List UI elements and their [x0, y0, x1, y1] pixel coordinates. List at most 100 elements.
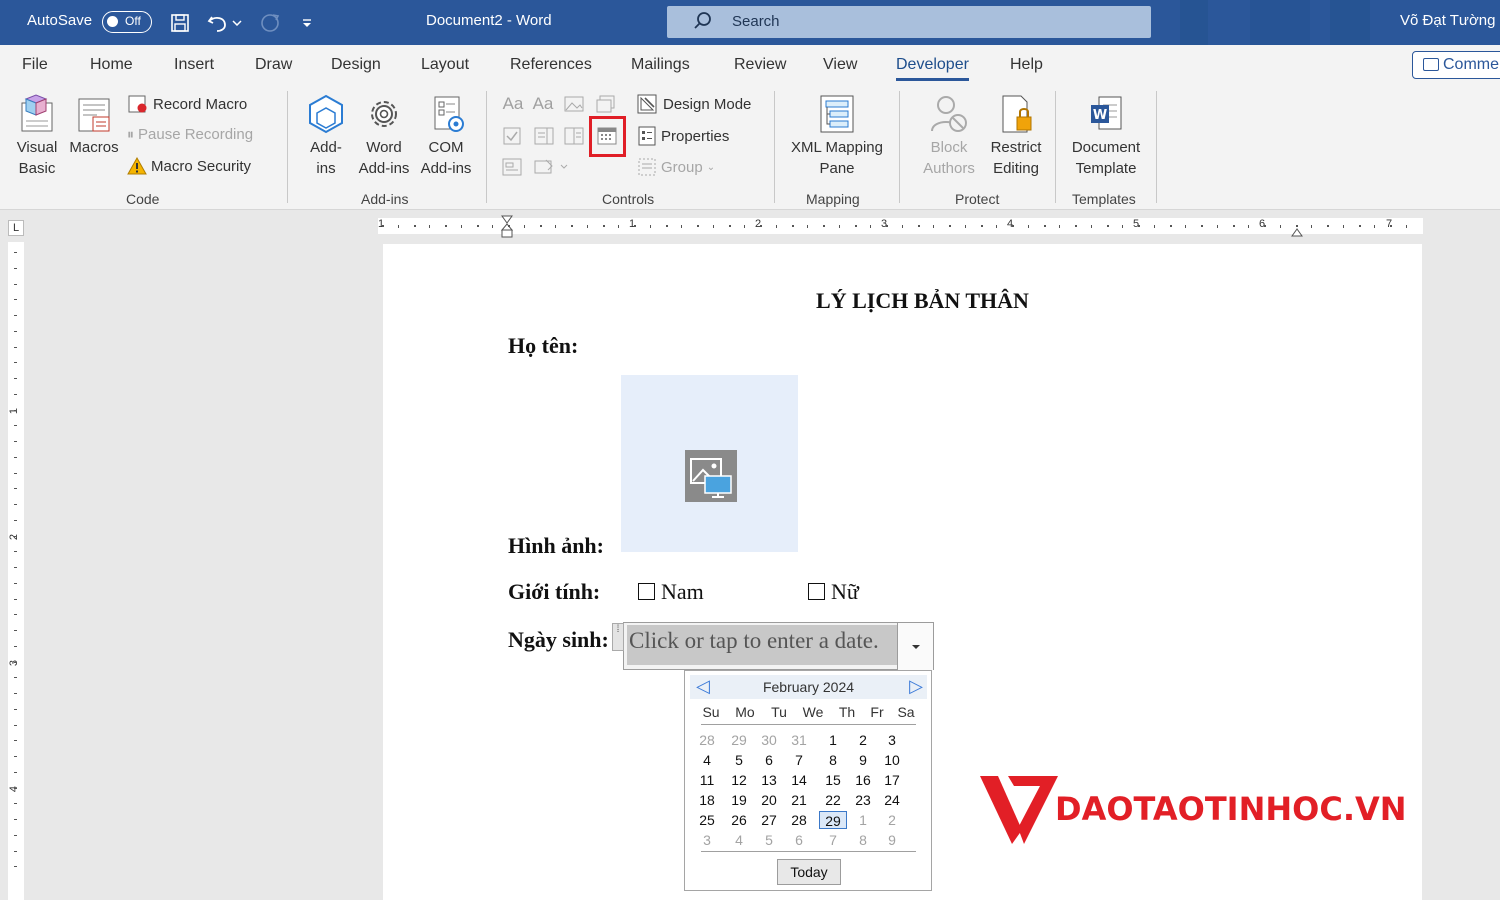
rich-text-content-control-icon[interactable]: Aa: [502, 94, 524, 114]
calendar-day[interactable]: 20: [755, 791, 783, 809]
calendar-day[interactable]: 12: [725, 771, 753, 789]
visual-basic-button[interactable]: Visual Basic: [12, 93, 62, 179]
properties-button[interactable]: Properties: [637, 126, 729, 146]
design-mode-button[interactable]: Design Mode: [637, 94, 751, 114]
tab-mailings[interactable]: Mailings: [631, 56, 690, 74]
restrict-editing-button[interactable]: Restrict Editing: [985, 93, 1047, 179]
calendar-day[interactable]: 5: [725, 751, 753, 769]
calendar-day[interactable]: 4: [693, 751, 721, 769]
checkbox-content-control-icon[interactable]: [502, 126, 522, 146]
com-addins-button[interactable]: COM Add-ins: [416, 93, 476, 179]
calendar-day[interactable]: 28: [785, 811, 813, 829]
macros-button[interactable]: Macros: [66, 93, 122, 158]
save-icon[interactable]: [167, 10, 193, 36]
calendar-day[interactable]: 25: [693, 811, 721, 829]
checkbox[interactable]: [638, 583, 655, 600]
calendar-day[interactable]: 8: [819, 751, 847, 769]
pause-recording-button[interactable]: ⏸ Pause Recording: [127, 126, 253, 143]
calendar-day[interactable]: 9: [849, 751, 877, 769]
undo-dropdown-icon[interactable]: [230, 10, 244, 36]
tab-design[interactable]: Design: [331, 56, 381, 74]
picture-content-control[interactable]: [621, 375, 798, 552]
horizontal-ruler[interactable]: 1 1 2 3 4 5 6 7: [378, 215, 1423, 238]
calendar-day[interactable]: 14: [785, 771, 813, 789]
calendar-day[interactable]: 31: [785, 731, 813, 749]
calendar-day[interactable]: 5: [755, 831, 783, 849]
tab-layout[interactable]: Layout: [421, 56, 469, 74]
legacy-forms-dropdown-icon[interactable]: [532, 157, 570, 177]
calendar-month[interactable]: February 2024: [690, 679, 927, 695]
customize-toolbar-icon[interactable]: [295, 10, 319, 36]
search-box[interactable]: Search: [667, 6, 1151, 38]
calendar-day[interactable]: 2: [849, 731, 877, 749]
building-block-gallery-icon[interactable]: [596, 94, 616, 114]
calendar-day[interactable]: 29: [725, 731, 753, 749]
tab-developer[interactable]: Developer: [896, 56, 969, 81]
autosave-toggle[interactable]: Off: [102, 11, 152, 33]
calendar-day[interactable]: 27: [755, 811, 783, 829]
undo-icon[interactable]: [205, 10, 231, 36]
picture-content-control-icon[interactable]: [564, 94, 584, 114]
calendar-day[interactable]: 24: [878, 791, 906, 809]
calendar-day[interactable]: 26: [725, 811, 753, 829]
calendar-day[interactable]: 11: [693, 771, 721, 789]
xml-mapping-pane-button[interactable]: XML Mapping Pane: [784, 93, 890, 179]
date-dropdown-button[interactable]: [897, 623, 933, 670]
date-placeholder[interactable]: Click or tap to enter a date.: [627, 625, 897, 665]
calendar-day[interactable]: 7: [819, 831, 847, 849]
calendar-day[interactable]: 22: [819, 791, 847, 809]
gender-option-male[interactable]: Nam: [638, 579, 704, 605]
group-button[interactable]: Group ⌄: [637, 157, 715, 177]
dropdown-list-content-control-icon[interactable]: [564, 126, 584, 146]
document-template-button[interactable]: W Document Template: [1064, 93, 1148, 179]
tab-selector[interactable]: L: [8, 220, 24, 236]
control-handle[interactable]: ⁞: [612, 623, 624, 651]
tab-draw[interactable]: Draw: [255, 56, 292, 74]
calendar-day[interactable]: 2: [878, 811, 906, 829]
tab-home[interactable]: Home: [90, 56, 133, 74]
calendar-day[interactable]: 6: [785, 831, 813, 849]
calendar-day[interactable]: 28: [693, 731, 721, 749]
combo-box-content-control-icon[interactable]: [534, 126, 554, 146]
block-authors-button[interactable]: Block Authors: [909, 93, 989, 179]
calendar-day[interactable]: 6: [755, 751, 783, 769]
redo-icon[interactable]: [257, 10, 283, 36]
today-button[interactable]: Today: [777, 859, 841, 885]
plain-text-content-control-icon[interactable]: Aa: [532, 94, 554, 114]
calendar-day[interactable]: 10: [878, 751, 906, 769]
calendar-day[interactable]: 7: [785, 751, 813, 769]
addins-button[interactable]: Add- ins: [300, 93, 352, 179]
calendar-day[interactable]: 15: [819, 771, 847, 789]
record-macro-button[interactable]: Record Macro: [127, 94, 247, 114]
checkbox[interactable]: [808, 583, 825, 600]
calendar-day[interactable]: 17: [878, 771, 906, 789]
calendar-day[interactable]: 1: [819, 731, 847, 749]
tab-help[interactable]: Help: [1010, 56, 1043, 74]
gender-option-female[interactable]: Nữ: [808, 579, 859, 605]
user-name[interactable]: Võ Đạt Tường: [1400, 12, 1495, 29]
tab-references[interactable]: References: [510, 56, 592, 74]
indent-marker[interactable]: [500, 215, 514, 239]
tab-insert[interactable]: Insert: [174, 56, 214, 74]
tab-review[interactable]: Review: [734, 56, 786, 74]
tab-file[interactable]: File: [22, 56, 48, 74]
tab-view[interactable]: View: [823, 56, 857, 74]
next-month-icon[interactable]: ▷: [909, 676, 923, 697]
calendar-day[interactable]: 18: [693, 791, 721, 809]
calendar-day[interactable]: 21: [785, 791, 813, 809]
calendar-day[interactable]: 3: [693, 831, 721, 849]
calendar-day[interactable]: 23: [849, 791, 877, 809]
calendar-day[interactable]: 30: [755, 731, 783, 749]
comments-button[interactable]: Comme: [1412, 51, 1500, 79]
calendar-day[interactable]: 4: [725, 831, 753, 849]
calendar-day[interactable]: 8: [849, 831, 877, 849]
calendar-day[interactable]: 19: [725, 791, 753, 809]
legacy-tools-icon[interactable]: [502, 157, 522, 177]
calendar-day[interactable]: 29: [819, 811, 847, 829]
calendar-day[interactable]: 9: [878, 831, 906, 849]
calendar-day[interactable]: 3: [878, 731, 906, 749]
word-addins-button[interactable]: Word Add-ins: [354, 93, 414, 179]
macro-security-button[interactable]: Macro Security: [127, 157, 251, 175]
calendar-day[interactable]: 13: [755, 771, 783, 789]
calendar-day[interactable]: 16: [849, 771, 877, 789]
